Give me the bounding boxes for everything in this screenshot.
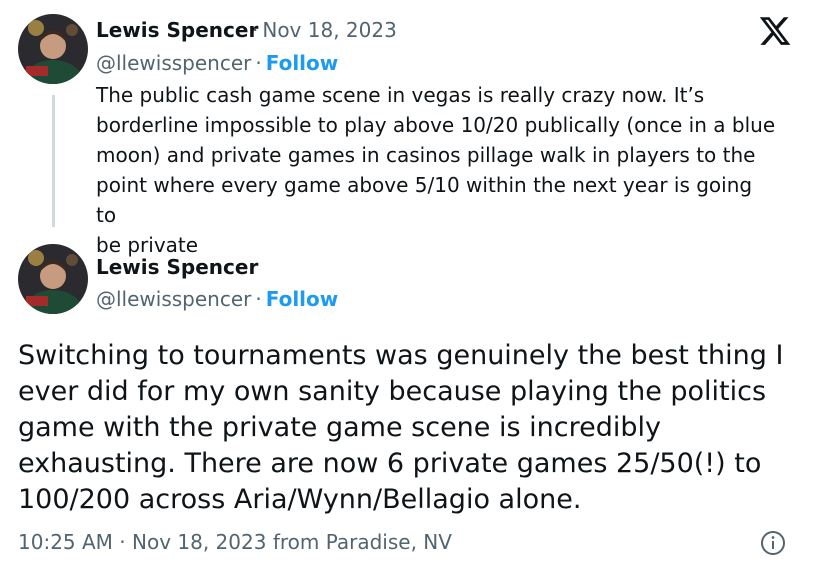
separator-dot: · (252, 18, 259, 42)
thread-connector-line (52, 95, 55, 227)
parent-text-line: borderline impossible to play above 10/2… (96, 113, 776, 137)
tweet-timestamp[interactable]: 10:25 AM · Nov 18, 2023 from Paradise, N… (18, 530, 452, 554)
main-handle-row: @llewisspencer · Follow (96, 287, 338, 311)
parent-handle-row: @llewisspencer · Follow (96, 51, 338, 75)
parent-follow-button[interactable]: Follow (266, 51, 339, 75)
main-text-line: game with the private game scene is incr… (18, 412, 661, 443)
parent-handle[interactable]: @llewisspencer (96, 51, 251, 75)
info-icon[interactable] (760, 530, 786, 556)
separator-dot: · (255, 287, 262, 311)
parent-date-text[interactable]: Nov 18, 2023 (262, 18, 396, 42)
parent-avatar[interactable] (18, 14, 88, 84)
main-text-line: exhausting. There are now 6 private game… (18, 448, 762, 479)
parent-text-line: The public cash game scene in vegas is r… (96, 83, 705, 107)
main-text-line: 100/200 across Aria/Wynn/Bellagio alone. (18, 484, 582, 515)
main-author-name[interactable]: Lewis Spencer (96, 255, 258, 279)
parent-text-line: point where every game above 5/10 within… (96, 173, 753, 227)
separator-dot: · (255, 51, 262, 75)
x-logo-icon[interactable] (758, 14, 792, 48)
main-text-line: ever did for my own sanity because playi… (18, 376, 767, 407)
main-text-line: Switching to tournaments was genuinely t… (18, 340, 784, 371)
main-handle[interactable]: @llewisspencer (96, 287, 251, 311)
parent-text-line: moon) and private games in casinos pilla… (96, 143, 756, 167)
parent-date[interactable]: · Nov 18, 2023 (248, 18, 397, 42)
main-tweet-text: Switching to tournaments was genuinely t… (18, 338, 798, 518)
main-avatar[interactable] (18, 244, 88, 314)
parent-tweet-text: The public cash game scene in vegas is r… (96, 80, 776, 260)
main-follow-button[interactable]: Follow (266, 287, 339, 311)
parent-author-name[interactable]: Lewis Spencer (96, 18, 258, 42)
